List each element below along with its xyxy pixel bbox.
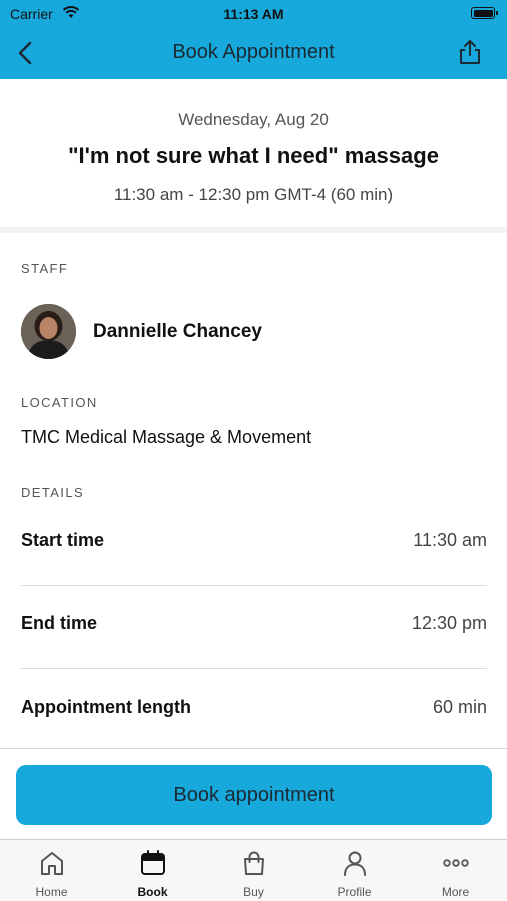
tab-more[interactable]: More <box>405 840 506 901</box>
appointment-time-range: 11:30 am - 12:30 pm GMT-4 (60 min) <box>113 185 394 204</box>
header-bar: Carrier 11:13 AM Book Appointment <box>0 0 507 79</box>
tab-buy[interactable]: Buy <box>203 840 304 901</box>
service-name: "I'm not sure what I need" massage <box>68 143 439 168</box>
detail-value: 60 min <box>432 697 487 717</box>
tab-label: Book <box>137 885 168 899</box>
tab-book[interactable]: Book <box>102 840 203 901</box>
status-time: 11:13 AM <box>223 6 284 22</box>
more-icon <box>443 859 469 867</box>
footer-divider <box>0 748 507 749</box>
book-appointment-button[interactable]: Book appointment <box>16 765 492 825</box>
status-bar: Carrier 11:13 AM <box>0 0 507 28</box>
calendar-icon <box>141 850 165 875</box>
tab-bar: Home Book Buy Profile More <box>0 839 507 901</box>
detail-label: Start time <box>21 530 105 550</box>
avatar <box>21 304 76 359</box>
staff-section-label: STAFF <box>21 261 69 276</box>
detail-label: End time <box>21 613 98 633</box>
tab-label: Buy <box>243 885 264 899</box>
detail-row-start-time: Start time 11:30 am <box>21 502 487 586</box>
details-section-label: DETAILS <box>21 485 85 500</box>
detail-row-end-time: End time 12:30 pm <box>21 585 487 669</box>
home-icon <box>41 852 63 875</box>
appointment-summary: Wednesday, Aug 20 "I'm not sure what I n… <box>0 79 507 233</box>
tab-label: Profile <box>337 885 372 899</box>
page-title: Book Appointment <box>172 41 335 63</box>
tab-label: More <box>441 885 470 899</box>
tab-home[interactable]: Home <box>1 840 102 901</box>
person-icon <box>344 851 366 876</box>
shopping-bag-icon <box>244 851 264 875</box>
detail-row-appointment-length: Appointment length 60 min <box>21 669 487 752</box>
appointment-date: Wednesday, Aug 20 <box>178 110 329 129</box>
detail-label: Appointment length <box>21 697 191 717</box>
detail-value: 12:30 pm <box>411 613 487 633</box>
location-name: TMC Medical Massage & Movement <box>21 427 312 447</box>
staff-row: Dannielle Chancey <box>21 304 487 360</box>
battery-icon <box>471 7 498 19</box>
location-section-label: LOCATION <box>21 395 98 410</box>
share-icon[interactable] <box>457 38 483 66</box>
staff-name: Dannielle Chancey <box>93 321 262 342</box>
navigation-bar: Book Appointment <box>0 28 507 79</box>
tab-profile[interactable]: Profile <box>304 840 405 901</box>
detail-value: 11:30 am <box>413 530 487 550</box>
tab-label: Home <box>35 885 68 899</box>
